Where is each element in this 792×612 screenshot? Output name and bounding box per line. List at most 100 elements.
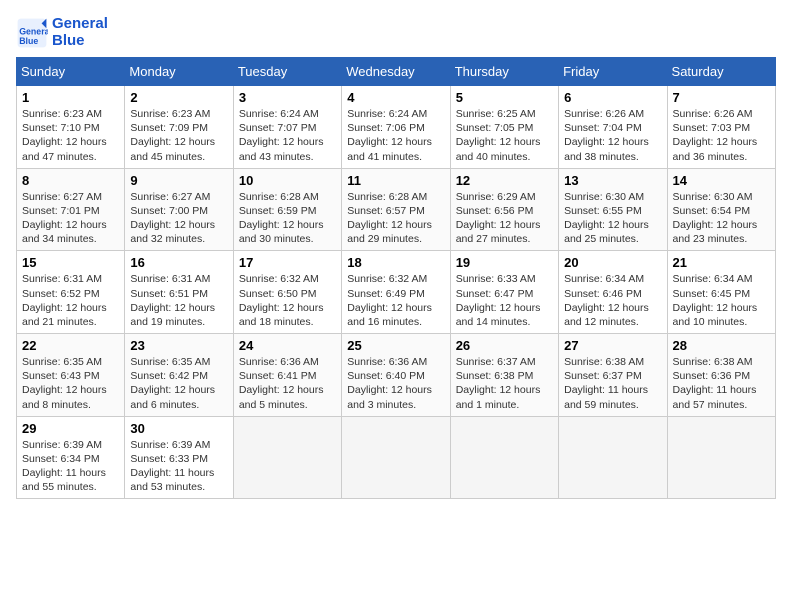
day-info: Sunrise: 6:32 AMSunset: 6:50 PMDaylight:… bbox=[239, 272, 336, 329]
calendar-cell: 26 Sunrise: 6:37 AMSunset: 6:38 PMDaylig… bbox=[450, 334, 558, 417]
calendar-cell: 11 Sunrise: 6:28 AMSunset: 6:57 PMDaylig… bbox=[342, 168, 450, 251]
day-info: Sunrise: 6:38 AMSunset: 6:37 PMDaylight:… bbox=[564, 355, 661, 412]
calendar-cell: 30 Sunrise: 6:39 AMSunset: 6:33 PMDaylig… bbox=[125, 416, 233, 499]
day-number: 14 bbox=[673, 173, 770, 188]
day-number: 10 bbox=[239, 173, 336, 188]
weekday-header: Saturday bbox=[667, 58, 775, 86]
day-number: 2 bbox=[130, 90, 227, 105]
calendar-cell: 27 Sunrise: 6:38 AMSunset: 6:37 PMDaylig… bbox=[559, 334, 667, 417]
day-info: Sunrise: 6:28 AMSunset: 6:59 PMDaylight:… bbox=[239, 190, 336, 247]
day-number: 24 bbox=[239, 338, 336, 353]
calendar-cell: 13 Sunrise: 6:30 AMSunset: 6:55 PMDaylig… bbox=[559, 168, 667, 251]
day-number: 21 bbox=[673, 255, 770, 270]
calendar-cell: 16 Sunrise: 6:31 AMSunset: 6:51 PMDaylig… bbox=[125, 251, 233, 334]
day-number: 28 bbox=[673, 338, 770, 353]
day-info: Sunrise: 6:31 AMSunset: 6:51 PMDaylight:… bbox=[130, 272, 227, 329]
day-info: Sunrise: 6:37 AMSunset: 6:38 PMDaylight:… bbox=[456, 355, 553, 412]
day-number: 11 bbox=[347, 173, 444, 188]
day-number: 12 bbox=[456, 173, 553, 188]
day-info: Sunrise: 6:31 AMSunset: 6:52 PMDaylight:… bbox=[22, 272, 119, 329]
day-number: 15 bbox=[22, 255, 119, 270]
day-info: Sunrise: 6:30 AMSunset: 6:55 PMDaylight:… bbox=[564, 190, 661, 247]
calendar-cell: 17 Sunrise: 6:32 AMSunset: 6:50 PMDaylig… bbox=[233, 251, 341, 334]
day-number: 1 bbox=[22, 90, 119, 105]
day-number: 5 bbox=[456, 90, 553, 105]
calendar-cell: 14 Sunrise: 6:30 AMSunset: 6:54 PMDaylig… bbox=[667, 168, 775, 251]
day-info: Sunrise: 6:25 AMSunset: 7:05 PMDaylight:… bbox=[456, 107, 553, 164]
day-info: Sunrise: 6:34 AMSunset: 6:45 PMDaylight:… bbox=[673, 272, 770, 329]
day-number: 13 bbox=[564, 173, 661, 188]
day-info: Sunrise: 6:35 AMSunset: 6:43 PMDaylight:… bbox=[22, 355, 119, 412]
day-number: 4 bbox=[347, 90, 444, 105]
calendar-cell: 2 Sunrise: 6:23 AMSunset: 7:09 PMDayligh… bbox=[125, 86, 233, 169]
calendar-cell: 4 Sunrise: 6:24 AMSunset: 7:06 PMDayligh… bbox=[342, 86, 450, 169]
weekday-header: Tuesday bbox=[233, 58, 341, 86]
day-info: Sunrise: 6:23 AMSunset: 7:09 PMDaylight:… bbox=[130, 107, 227, 164]
svg-text:Blue: Blue bbox=[19, 36, 38, 46]
day-info: Sunrise: 6:35 AMSunset: 6:42 PMDaylight:… bbox=[130, 355, 227, 412]
calendar-cell: 25 Sunrise: 6:36 AMSunset: 6:40 PMDaylig… bbox=[342, 334, 450, 417]
calendar-cell: 6 Sunrise: 6:26 AMSunset: 7:04 PMDayligh… bbox=[559, 86, 667, 169]
day-number: 6 bbox=[564, 90, 661, 105]
day-info: Sunrise: 6:29 AMSunset: 6:56 PMDaylight:… bbox=[456, 190, 553, 247]
weekday-header: Sunday bbox=[17, 58, 125, 86]
day-number: 16 bbox=[130, 255, 227, 270]
day-info: Sunrise: 6:26 AMSunset: 7:04 PMDaylight:… bbox=[564, 107, 661, 164]
day-number: 18 bbox=[347, 255, 444, 270]
calendar-cell: 28 Sunrise: 6:38 AMSunset: 6:36 PMDaylig… bbox=[667, 334, 775, 417]
day-info: Sunrise: 6:27 AMSunset: 7:01 PMDaylight:… bbox=[22, 190, 119, 247]
day-info: Sunrise: 6:36 AMSunset: 6:40 PMDaylight:… bbox=[347, 355, 444, 412]
day-number: 27 bbox=[564, 338, 661, 353]
calendar-cell: 7 Sunrise: 6:26 AMSunset: 7:03 PMDayligh… bbox=[667, 86, 775, 169]
calendar-cell: 24 Sunrise: 6:36 AMSunset: 6:41 PMDaylig… bbox=[233, 334, 341, 417]
weekday-header: Wednesday bbox=[342, 58, 450, 86]
svg-text:General: General bbox=[19, 26, 48, 36]
day-number: 25 bbox=[347, 338, 444, 353]
calendar-cell: 5 Sunrise: 6:25 AMSunset: 7:05 PMDayligh… bbox=[450, 86, 558, 169]
weekday-header: Friday bbox=[559, 58, 667, 86]
day-info: Sunrise: 6:23 AMSunset: 7:10 PMDaylight:… bbox=[22, 107, 119, 164]
calendar-cell: 19 Sunrise: 6:33 AMSunset: 6:47 PMDaylig… bbox=[450, 251, 558, 334]
calendar-cell: 12 Sunrise: 6:29 AMSunset: 6:56 PMDaylig… bbox=[450, 168, 558, 251]
day-number: 20 bbox=[564, 255, 661, 270]
day-info: Sunrise: 6:32 AMSunset: 6:49 PMDaylight:… bbox=[347, 272, 444, 329]
day-info: Sunrise: 6:26 AMSunset: 7:03 PMDaylight:… bbox=[673, 107, 770, 164]
page-header: General Blue General Blue bbox=[16, 16, 776, 49]
day-info: Sunrise: 6:24 AMSunset: 7:06 PMDaylight:… bbox=[347, 107, 444, 164]
day-number: 26 bbox=[456, 338, 553, 353]
day-info: Sunrise: 6:28 AMSunset: 6:57 PMDaylight:… bbox=[347, 190, 444, 247]
calendar-cell: 15 Sunrise: 6:31 AMSunset: 6:52 PMDaylig… bbox=[17, 251, 125, 334]
logo-text: General bbox=[52, 16, 108, 33]
calendar-cell: 20 Sunrise: 6:34 AMSunset: 6:46 PMDaylig… bbox=[559, 251, 667, 334]
calendar-cell bbox=[342, 416, 450, 499]
day-number: 23 bbox=[130, 338, 227, 353]
day-number: 29 bbox=[22, 421, 119, 436]
day-number: 3 bbox=[239, 90, 336, 105]
weekday-header: Monday bbox=[125, 58, 233, 86]
day-info: Sunrise: 6:24 AMSunset: 7:07 PMDaylight:… bbox=[239, 107, 336, 164]
weekday-header: Thursday bbox=[450, 58, 558, 86]
day-number: 19 bbox=[456, 255, 553, 270]
day-info: Sunrise: 6:30 AMSunset: 6:54 PMDaylight:… bbox=[673, 190, 770, 247]
day-info: Sunrise: 6:36 AMSunset: 6:41 PMDaylight:… bbox=[239, 355, 336, 412]
day-number: 22 bbox=[22, 338, 119, 353]
day-number: 7 bbox=[673, 90, 770, 105]
day-info: Sunrise: 6:39 AMSunset: 6:33 PMDaylight:… bbox=[130, 438, 227, 495]
calendar-cell: 10 Sunrise: 6:28 AMSunset: 6:59 PMDaylig… bbox=[233, 168, 341, 251]
day-number: 9 bbox=[130, 173, 227, 188]
calendar-cell: 8 Sunrise: 6:27 AMSunset: 7:01 PMDayligh… bbox=[17, 168, 125, 251]
logo-text2: Blue bbox=[52, 33, 108, 50]
day-info: Sunrise: 6:27 AMSunset: 7:00 PMDaylight:… bbox=[130, 190, 227, 247]
day-info: Sunrise: 6:39 AMSunset: 6:34 PMDaylight:… bbox=[22, 438, 119, 495]
calendar-cell: 29 Sunrise: 6:39 AMSunset: 6:34 PMDaylig… bbox=[17, 416, 125, 499]
logo: General Blue General Blue bbox=[16, 16, 108, 49]
calendar-cell: 23 Sunrise: 6:35 AMSunset: 6:42 PMDaylig… bbox=[125, 334, 233, 417]
logo-icon: General Blue bbox=[16, 17, 48, 49]
calendar-cell: 3 Sunrise: 6:24 AMSunset: 7:07 PMDayligh… bbox=[233, 86, 341, 169]
day-number: 8 bbox=[22, 173, 119, 188]
calendar-cell: 1 Sunrise: 6:23 AMSunset: 7:10 PMDayligh… bbox=[17, 86, 125, 169]
calendar-cell bbox=[667, 416, 775, 499]
day-number: 30 bbox=[130, 421, 227, 436]
calendar-cell: 9 Sunrise: 6:27 AMSunset: 7:00 PMDayligh… bbox=[125, 168, 233, 251]
calendar-cell: 18 Sunrise: 6:32 AMSunset: 6:49 PMDaylig… bbox=[342, 251, 450, 334]
